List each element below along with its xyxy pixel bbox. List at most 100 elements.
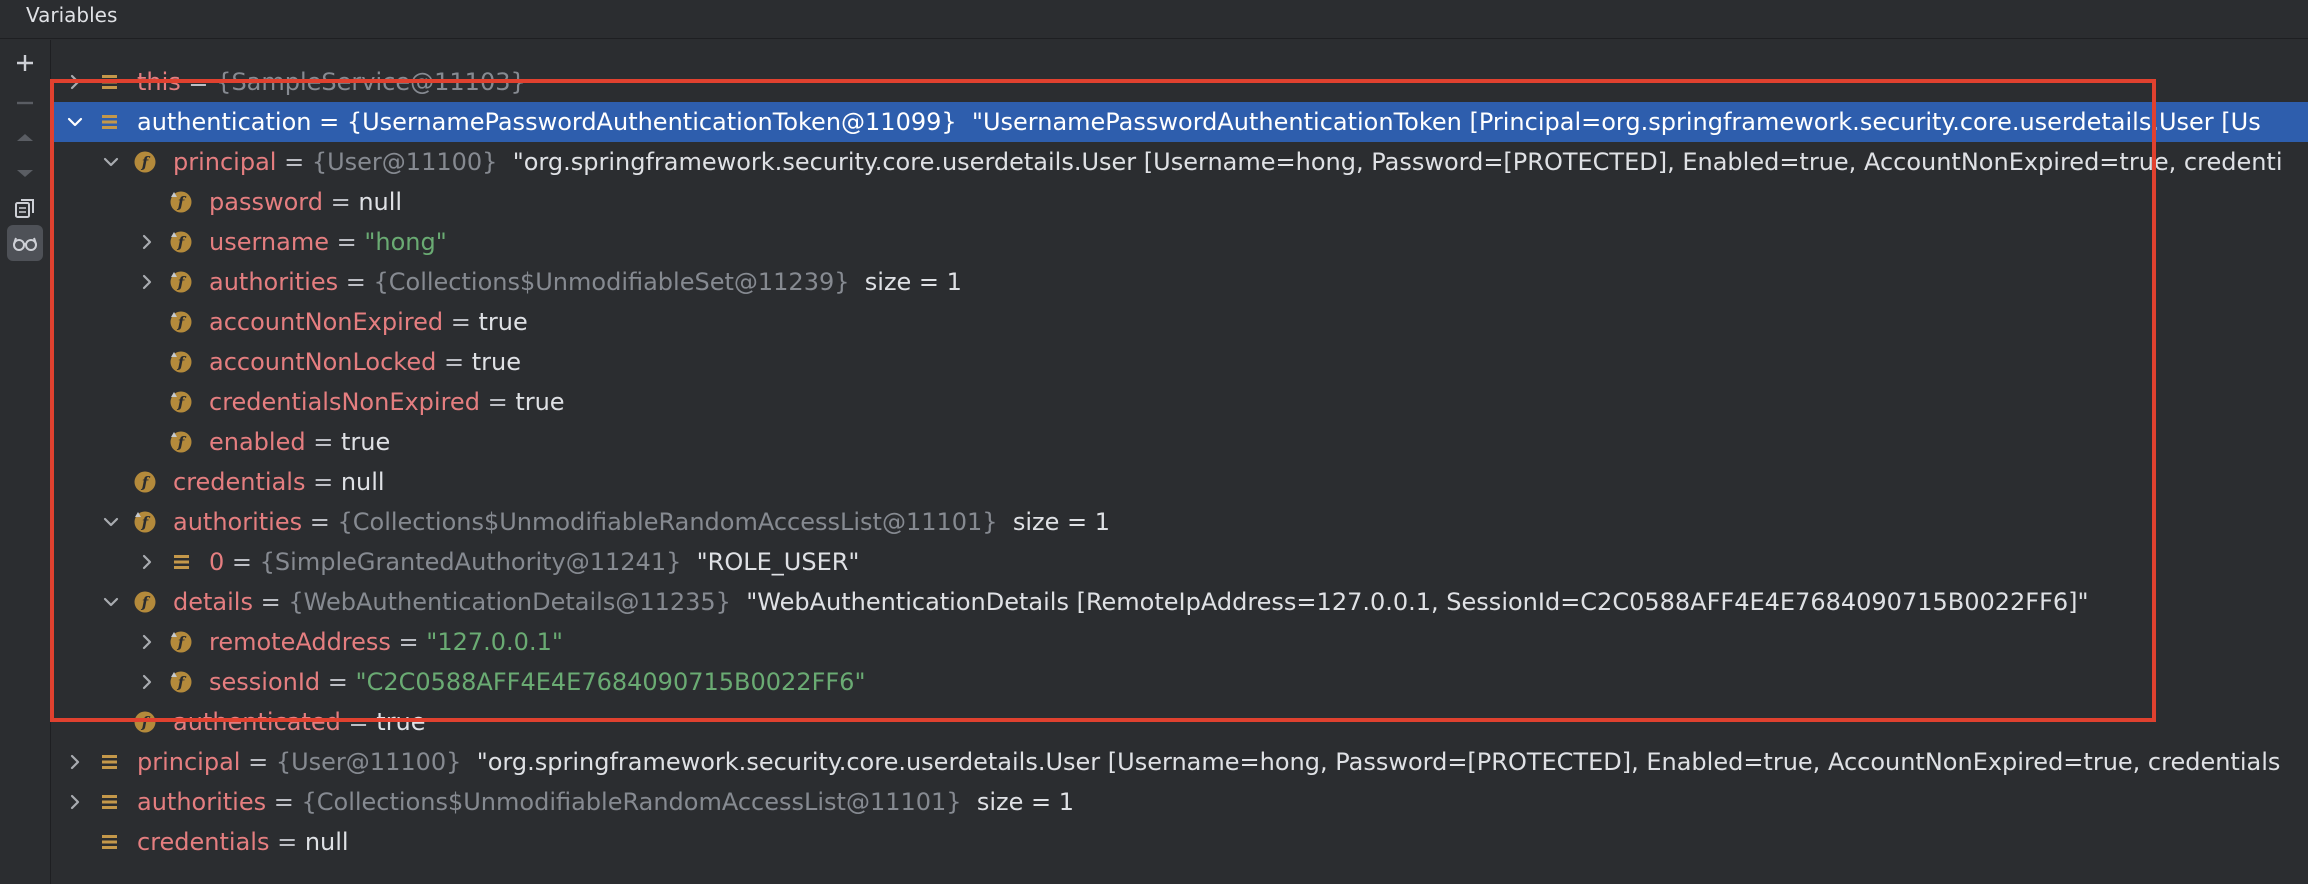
variable-text: authenticated = true <box>173 702 426 742</box>
variable-text: 0 = {SimpleGrantedAuthority@11241} "ROLE… <box>209 542 859 582</box>
copy-button[interactable] <box>7 190 43 226</box>
variable-type: {WebAuthenticationDetails@11235} <box>288 588 731 616</box>
variable-text: authorities = {Collections$UnmodifiableR… <box>137 782 1074 822</box>
variables-toolbar <box>0 40 51 884</box>
variable-row-13[interactable]: f details = {WebAuthenticationDetails@112… <box>51 582 2308 622</box>
equals-sign: = <box>436 348 472 376</box>
variable-text: authorities = {Collections$UnmodifiableR… <box>173 502 1110 542</box>
variables-tree[interactable]: this = {SampleService@11103} authenticati… <box>51 40 2308 884</box>
variable-text: credentialsNonExpired = true <box>209 382 565 422</box>
variable-text: password = null <box>209 182 402 222</box>
add-watch-button[interactable] <box>7 45 43 81</box>
variable-row-17[interactable]: principal = {User@11100} "org.springfram… <box>51 742 2308 782</box>
variable-row-18[interactable]: authorities = {Collections$UnmodifiableR… <box>51 782 2308 822</box>
variable-name: username <box>209 228 329 256</box>
variable-text: credentials = null <box>137 822 349 862</box>
variable-text: remoteAddress = "127.0.0.1" <box>209 622 563 662</box>
triangle-up-icon <box>13 126 37 150</box>
variable-row-6[interactable]: f accountNonExpired = true <box>51 302 2308 342</box>
variable-value: true <box>478 308 528 336</box>
variable-row-4[interactable]: f username = "hong" <box>51 222 2308 262</box>
equals-sign: = <box>340 708 377 736</box>
variable-type: {Collections$UnmodifiableRandomAccessLis… <box>337 508 998 536</box>
glasses-icon <box>12 231 38 255</box>
variable-value: "127.0.0.1" <box>426 628 563 656</box>
variable-name: principal <box>173 148 277 176</box>
variable-row-14[interactable]: f remoteAddress = "127.0.0.1" <box>51 622 2308 662</box>
equals-sign: = <box>338 268 374 296</box>
equals-sign: = <box>305 428 341 456</box>
variable-type: {Collections$UnmodifiableRandomAccessLis… <box>301 788 962 816</box>
variable-text: username = "hong" <box>209 222 447 262</box>
equals-sign: = <box>390 628 427 656</box>
variable-row-9[interactable]: f enabled = true <box>51 422 2308 462</box>
variable-text: authentication = {UsernamePasswordAuthen… <box>137 102 2261 142</box>
variable-row-12[interactable]: 0 = {SimpleGrantedAuthority@11241} "ROLE… <box>51 542 2308 582</box>
variable-name: enabled <box>209 428 306 456</box>
equals-sign: = <box>443 308 479 336</box>
remove-watch-button[interactable] <box>7 85 43 121</box>
variable-name: accountNonLocked <box>209 348 437 376</box>
variable-type: {User@11100} <box>311 148 498 176</box>
variable-value: true <box>376 708 426 736</box>
panel-header: Variables <box>0 0 2308 39</box>
variable-name: sessionId <box>209 668 321 696</box>
variable-text: details = {WebAuthenticationDetails@1123… <box>173 582 2089 622</box>
variable-name: password <box>209 188 323 216</box>
variable-text: principal = {User@11100} "org.springfram… <box>173 142 2283 182</box>
equals-sign: = <box>320 668 356 696</box>
variable-name: credentials <box>173 468 306 496</box>
variable-row-1[interactable]: authentication = {UsernamePasswordAuthen… <box>51 102 2308 142</box>
plus-icon <box>13 51 37 75</box>
variable-name: accountNonExpired <box>209 308 444 336</box>
variable-name: authorities <box>137 788 267 816</box>
triangle-down-icon <box>13 161 37 185</box>
variable-name: authentication <box>137 108 312 136</box>
variable-name: principal <box>137 748 241 776</box>
panel-title: Variables <box>26 3 118 27</box>
move-up-button[interactable] <box>7 120 43 156</box>
variable-text: this = {SampleService@11103} <box>137 62 526 102</box>
variable-value: "ROLE_USER" <box>696 548 860 576</box>
equals-sign: = <box>240 748 276 776</box>
variable-name: authenticated <box>173 708 341 736</box>
variable-text: enabled = true <box>209 422 390 462</box>
equals-sign: = <box>311 108 347 136</box>
variable-value: "hong" <box>364 228 447 256</box>
variable-text: authorities = {Collections$UnmodifiableS… <box>209 262 962 302</box>
variable-name: details <box>173 588 253 616</box>
variable-value: size = 1 <box>1012 508 1111 536</box>
variable-row-7[interactable]: f accountNonLocked = true <box>51 342 2308 382</box>
variable-text: principal = {User@11100} "org.springfram… <box>137 742 2280 782</box>
variable-row-11[interactable]: f authorities = {Collections$Unmodifiable… <box>51 502 2308 542</box>
variable-value: null <box>304 828 349 856</box>
variable-row-5[interactable]: f authorities = {Collections$Unmodifiable… <box>51 262 2308 302</box>
variable-row-15[interactable]: f sessionId = "C2C0588AFF4E4E7684090715B0… <box>51 662 2308 702</box>
variable-row-10[interactable]: f credentials = null <box>51 462 2308 502</box>
variable-row-16[interactable]: f authenticated = true <box>51 702 2308 742</box>
variable-type: {SimpleGrantedAuthority@11241} <box>259 548 682 576</box>
equals-sign: = <box>276 148 312 176</box>
move-down-button[interactable] <box>7 155 43 191</box>
variable-text: credentials = null <box>173 462 385 502</box>
variable-value: "UsernamePasswordAuthenticationToken [Pr… <box>971 108 2261 136</box>
equals-sign: = <box>252 588 289 616</box>
variable-type: {Collections$UnmodifiableSet@11239} <box>373 268 850 296</box>
equals-sign: = <box>329 228 365 256</box>
variable-type: {User@11100} <box>275 748 462 776</box>
variable-row-19[interactable]: credentials = null <box>51 822 2308 862</box>
variable-value: "org.springframework.security.core.userd… <box>476 748 2281 776</box>
variable-row-8[interactable]: f credentialsNonExpired = true <box>51 382 2308 422</box>
variable-value: true <box>340 428 391 456</box>
variable-value: size = 1 <box>976 788 1075 816</box>
variable-value: "org.springframework.security.core.userd… <box>512 148 2283 176</box>
variable-name: 0 <box>209 548 225 576</box>
variable-row-3[interactable]: f password = null <box>51 182 2308 222</box>
equals-sign: = <box>479 388 516 416</box>
variable-row-0[interactable]: this = {SampleService@11103} <box>51 62 2308 102</box>
variable-row-2[interactable]: f principal = {User@11100} "org.springfra… <box>51 142 2308 182</box>
show-watches-button[interactable] <box>7 225 43 261</box>
variable-value: true <box>515 388 565 416</box>
equals-sign: = <box>322 188 359 216</box>
equals-sign: = <box>305 468 341 496</box>
